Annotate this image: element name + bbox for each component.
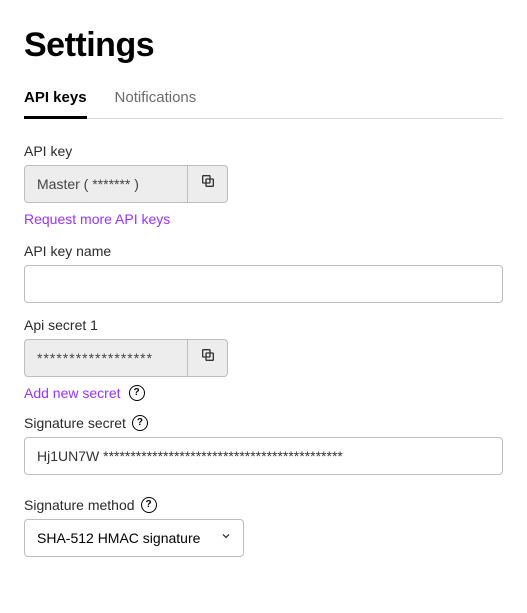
request-more-api-keys-link[interactable]: Request more API keys (24, 211, 170, 227)
api-secret-label: Api secret 1 (24, 317, 503, 333)
signature-secret-label: Signature secret ? (24, 415, 503, 431)
page-title: Settings (24, 26, 503, 65)
signature-secret-input[interactable] (24, 437, 503, 475)
api-secret-value: ****************** (24, 339, 188, 377)
copy-icon (200, 173, 216, 194)
tab-notifications[interactable]: Notifications (115, 89, 197, 119)
tab-api-keys[interactable]: API keys (24, 89, 87, 119)
api-key-value: Master ( ******* ) (24, 165, 188, 203)
copy-api-secret-button[interactable] (188, 339, 228, 377)
signature-method-label: Signature method ? (24, 497, 503, 513)
api-key-name-input[interactable] (24, 265, 503, 303)
api-key-name-label: API key name (24, 243, 503, 259)
add-new-secret-link[interactable]: Add new secret (24, 385, 121, 401)
copy-icon (200, 347, 216, 368)
signature-method-select[interactable]: SHA-512 HMAC signature (24, 519, 244, 557)
tabs: API keys Notifications (24, 89, 503, 119)
help-icon[interactable]: ? (132, 415, 148, 431)
api-key-label: API key (24, 143, 503, 159)
help-icon[interactable]: ? (141, 497, 157, 513)
help-icon[interactable]: ? (129, 385, 145, 401)
copy-api-key-button[interactable] (188, 165, 228, 203)
